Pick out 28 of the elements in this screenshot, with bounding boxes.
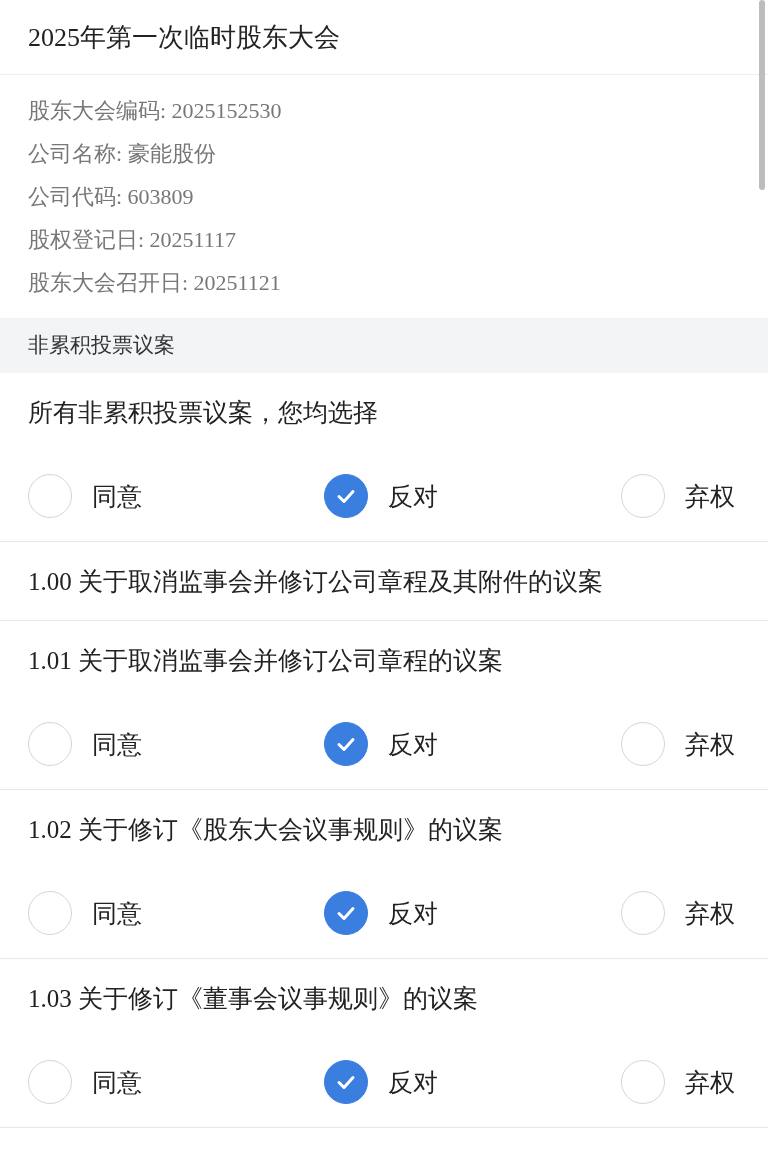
radio-option[interactable]: 反对 <box>324 722 621 766</box>
proposal-title: 1.03 关于修订《董事会议事规则》的议案 <box>28 983 478 1014</box>
radio-option[interactable]: 弃权 <box>621 722 740 766</box>
radio-option[interactable]: 反对 <box>324 891 621 935</box>
section-header: 非累积投票议案 <box>0 318 768 373</box>
radio-option[interactable]: 弃权 <box>621 1060 740 1104</box>
radio-option[interactable]: 同意 <box>28 474 324 518</box>
radio-option[interactable]: 弃权 <box>621 891 740 935</box>
info-line: 股东大会编码: 2025152530 <box>28 97 283 125</box>
radio-button[interactable] <box>324 474 368 518</box>
proposal-title: 1.02 关于修订《股东大会议事规则》的议案 <box>28 814 503 845</box>
info-line: 公司名称: 豪能股份 <box>28 140 217 168</box>
radio-option[interactable]: 同意 <box>28 722 324 766</box>
info-line: 股东大会召开日: 20251121 <box>28 269 282 297</box>
proposal-title: 1.00 关于取消监事会并修订公司章程及其附件的议案 <box>28 566 603 597</box>
proposal-title: 所有非累积投票议案，您均选择 <box>28 397 378 428</box>
info-line: 公司代码: 603809 <box>28 183 195 211</box>
radio-button[interactable] <box>324 722 368 766</box>
meeting-title: 2025年第一次临时股东大会 <box>28 21 340 54</box>
info-line: 股权登记日: 20251117 <box>28 226 237 254</box>
radio-button[interactable] <box>324 1060 368 1104</box>
radio-button[interactable] <box>324 891 368 935</box>
proposal-title: 1.01 关于取消监事会并修订公司章程的议案 <box>28 645 503 676</box>
radio-option[interactable]: 同意 <box>28 891 324 935</box>
radio-option[interactable]: 弃权 <box>621 474 740 518</box>
radio-option[interactable]: 反对 <box>324 1060 621 1104</box>
radio-option[interactable]: 反对 <box>324 474 621 518</box>
radio-option[interactable]: 同意 <box>28 1060 324 1104</box>
